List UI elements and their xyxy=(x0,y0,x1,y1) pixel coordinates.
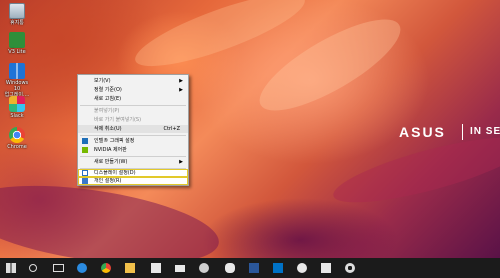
skype-icon xyxy=(297,263,307,273)
mail-icon xyxy=(175,264,185,272)
chevron-right-icon: ▶ xyxy=(179,87,183,93)
menu-item-nvidia-panel[interactable]: NVIDIA 제어판 xyxy=(78,146,188,154)
menu-item-new[interactable]: 새로 만들기(W) ▶ xyxy=(78,158,188,166)
wallpaper-streak xyxy=(128,0,312,80)
file-explorer-button[interactable] xyxy=(122,260,138,276)
chrome-button[interactable] xyxy=(98,260,114,276)
desktop-icon-label: Slack xyxy=(10,113,24,119)
desktop-icon-recycle-bin[interactable]: 휴지통 xyxy=(3,3,31,26)
task-view-icon xyxy=(52,264,64,272)
display-icon xyxy=(82,170,88,176)
menu-item-label: 보기(V) xyxy=(94,78,111,84)
desktop-icon-windows10-upgrade[interactable]: Windows 10 업그레이.... xyxy=(3,63,31,98)
chevron-right-icon: ▶ xyxy=(179,159,183,165)
menu-item-view[interactable]: 보기(V) ▶ xyxy=(78,77,188,85)
photos-button[interactable] xyxy=(318,260,334,276)
brand-logo: ASUS xyxy=(399,124,446,140)
search-button[interactable] xyxy=(25,260,41,276)
intel-graphics-icon xyxy=(82,138,88,144)
menu-item-label: 붙여넣기(P) xyxy=(94,108,120,114)
taskbar xyxy=(0,258,500,278)
menu-item-undo-delete[interactable]: 삭제 취소(U) Ctrl+Z xyxy=(78,125,188,133)
menu-item-label: 새로 고침(E) xyxy=(94,96,122,102)
edge-icon xyxy=(77,263,87,273)
brand-divider xyxy=(462,124,463,140)
store-button[interactable] xyxy=(148,260,164,276)
chrome-icon xyxy=(9,127,25,143)
menu-item-personalize[interactable]: 개인 설정(R) xyxy=(78,177,188,185)
mail-button[interactable] xyxy=(172,260,188,276)
outlook-icon xyxy=(273,263,283,273)
menu-item-label: NVIDIA 제어판 xyxy=(94,147,127,153)
brand-tagline: IN SE xyxy=(470,126,500,137)
chevron-right-icon: ▶ xyxy=(179,78,183,84)
edge-button[interactable] xyxy=(74,260,90,276)
file-explorer-icon xyxy=(125,263,135,273)
desktop-icon-v3-lite[interactable]: V3 Lite xyxy=(3,32,31,55)
settings-button[interactable] xyxy=(342,260,358,276)
slack-icon xyxy=(9,96,25,112)
menu-item-label: 삭제 취소(U) xyxy=(94,126,122,132)
kakaotalk-button[interactable] xyxy=(222,260,238,276)
photos-icon xyxy=(321,263,331,273)
menu-item-display-settings[interactable]: 디스플레이 설정(D) xyxy=(78,169,188,177)
menu-item-paste[interactable]: 붙여넣기(P) xyxy=(78,107,188,115)
menu-item-sort-by[interactable]: 정렬 기준(O) ▶ xyxy=(78,86,188,94)
chrome-icon xyxy=(101,263,111,273)
store-icon xyxy=(151,263,161,273)
desktop-icon-label: Chrome xyxy=(7,144,27,150)
desktop-wallpaper[interactable]: 휴지통 V3 Lite Windows 10 업그레이.... Slack Ch… xyxy=(0,0,500,258)
menu-item-label: 정렬 기준(O) xyxy=(94,87,122,93)
menu-item-label: 디스플레이 설정(D) xyxy=(94,170,136,176)
weather-icon xyxy=(199,263,209,273)
menu-item-label: 개인 설정(R) xyxy=(94,178,122,184)
desktop-icon-chrome[interactable]: Chrome xyxy=(3,127,31,150)
recycle-bin-icon xyxy=(9,3,25,19)
skype-button[interactable] xyxy=(294,260,310,276)
start-button[interactable] xyxy=(3,260,19,276)
word-button[interactable] xyxy=(246,260,262,276)
menu-item-intel-graphics[interactable]: 인텔® 그래픽 설정 xyxy=(78,137,188,145)
outlook-button[interactable] xyxy=(270,260,286,276)
menu-item-paste-shortcut[interactable]: 바로 가기 붙여넣기(S) xyxy=(78,116,188,124)
menu-separator xyxy=(80,135,186,136)
desktop-icon-label: V3 Lite xyxy=(8,49,26,55)
nvidia-icon xyxy=(82,147,88,153)
desktop-context-menu: 보기(V) ▶ 정렬 기준(O) ▶ 새로 고침(E) 붙여넣기(P) 바로 가… xyxy=(77,74,189,186)
task-view-button[interactable] xyxy=(50,260,66,276)
search-icon xyxy=(29,264,37,272)
personalize-icon xyxy=(82,178,88,184)
v3-lite-icon xyxy=(9,32,25,48)
menu-separator xyxy=(80,156,186,157)
word-icon xyxy=(249,263,259,273)
windows10-upgrade-icon xyxy=(9,63,25,79)
weather-button[interactable] xyxy=(196,260,212,276)
menu-separator xyxy=(80,105,186,106)
shortcut-label: Ctrl+Z xyxy=(163,126,180,132)
settings-icon xyxy=(345,263,355,273)
menu-item-label: 바로 가기 붙여넣기(S) xyxy=(94,117,142,123)
wallpaper-streak xyxy=(248,3,412,127)
menu-item-label: 인텔® 그래픽 설정 xyxy=(94,138,135,144)
menu-item-refresh[interactable]: 새로 고침(E) xyxy=(78,95,188,103)
menu-item-label: 새로 만들기(W) xyxy=(94,159,128,165)
desktop-icon-slack[interactable]: Slack xyxy=(3,96,31,119)
start-icon xyxy=(6,263,16,273)
kakaotalk-icon xyxy=(225,263,235,273)
desktop-icon-label: 휴지통 xyxy=(10,20,24,26)
